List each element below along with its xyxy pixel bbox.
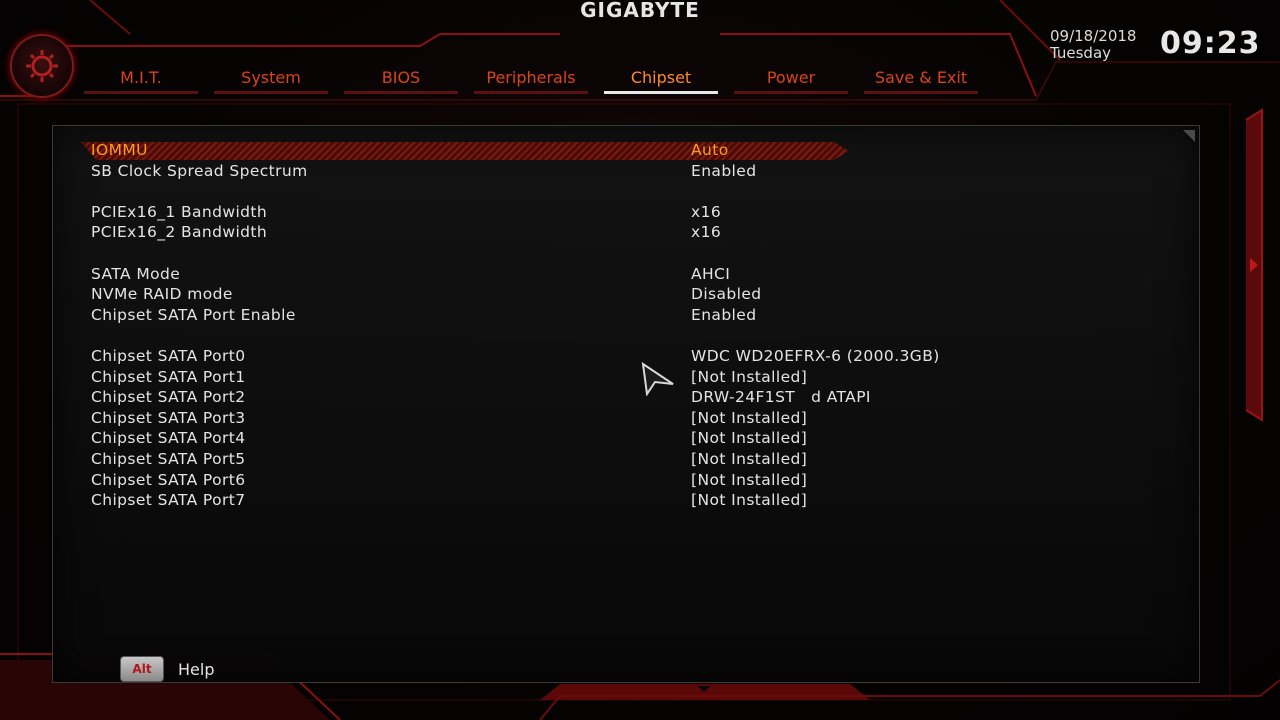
setting-value[interactable]: Enabled bbox=[691, 305, 756, 326]
setting-sata-port4[interactable]: Chipset SATA Port4 [Not Installed] bbox=[91, 428, 1181, 449]
help-hint[interactable]: Alt Help bbox=[120, 656, 214, 682]
setting-value: [Not Installed] bbox=[691, 491, 808, 510]
setting-label: Chipset SATA Port5 bbox=[91, 449, 246, 468]
alt-key-icon: Alt bbox=[120, 656, 164, 682]
setting-value[interactable]: AHCI bbox=[691, 264, 730, 285]
tab-chipset[interactable]: Chipset bbox=[604, 64, 718, 94]
setting-label: PCIEx16_2 Bandwidth bbox=[91, 223, 268, 242]
panel-corner-icon bbox=[1183, 130, 1195, 142]
setting-value[interactable]: x16 bbox=[691, 202, 721, 223]
tab-peripherals[interactable]: Peripherals bbox=[474, 64, 588, 94]
setting-pciex16-2-bandwidth[interactable]: PCIEx16_2 Bandwidth x16 bbox=[91, 222, 1181, 243]
setting-sata-port1[interactable]: Chipset SATA Port1 [Not Installed] bbox=[91, 367, 1181, 388]
gear-icon[interactable] bbox=[10, 34, 74, 98]
help-label: Help bbox=[178, 659, 215, 679]
setting-label: IOMMU bbox=[91, 141, 148, 159]
setting-pciex16-1-bandwidth[interactable]: PCIEx16_1 Bandwidth x16 bbox=[91, 202, 1181, 223]
setting-sata-port3[interactable]: Chipset SATA Port3 [Not Installed] bbox=[91, 408, 1181, 429]
setting-label: Chipset SATA Port2 bbox=[91, 388, 246, 407]
setting-sata-mode[interactable]: SATA Mode AHCI bbox=[91, 264, 1181, 285]
setting-value: [Not Installed] bbox=[691, 470, 808, 489]
setting-value: [Not Installed] bbox=[691, 408, 808, 427]
day-text: Tuesday bbox=[1050, 44, 1112, 62]
setting-label: SB Clock Spread Spectrum bbox=[91, 161, 308, 180]
setting-label: Chipset SATA Port6 bbox=[91, 470, 246, 489]
tab-power[interactable]: Power bbox=[734, 64, 848, 94]
tab-save-exit[interactable]: Save & Exit bbox=[864, 64, 978, 94]
setting-sata-port5[interactable]: Chipset SATA Port5 [Not Installed] bbox=[91, 449, 1181, 470]
setting-label: Chipset SATA Port3 bbox=[91, 408, 246, 427]
settings-panel: IOMMU Auto SB Clock Spread Spectrum Enab… bbox=[52, 125, 1200, 683]
setting-nvme-raid-mode[interactable]: NVMe RAID mode Disabled bbox=[91, 284, 1181, 305]
setting-value: [Not Installed] bbox=[691, 367, 808, 386]
mouse-cursor-icon bbox=[641, 362, 674, 396]
settings-list: IOMMU Auto SB Clock Spread Spectrum Enab… bbox=[91, 140, 1181, 511]
setting-value: [Not Installed] bbox=[691, 449, 808, 468]
clock-time: 09:23 bbox=[1160, 26, 1261, 61]
setting-sata-port7[interactable]: Chipset SATA Port7 [Not Installed] bbox=[91, 490, 1181, 511]
setting-label: PCIEx16_1 Bandwidth bbox=[91, 202, 268, 221]
setting-label: Chipset SATA Port0 bbox=[91, 346, 246, 365]
tab-mit[interactable]: M.I.T. bbox=[84, 64, 198, 94]
setting-sata-port2[interactable]: Chipset SATA Port2 DRW-24F1ST d ATAPI bbox=[91, 387, 1181, 408]
setting-label: Chipset SATA Port1 bbox=[91, 367, 246, 386]
setting-value: DRW-24F1ST d ATAPI bbox=[691, 388, 871, 407]
setting-value[interactable]: Enabled bbox=[691, 161, 756, 182]
tab-bios[interactable]: BIOS bbox=[344, 64, 458, 94]
setting-label: NVMe RAID mode bbox=[91, 285, 233, 304]
setting-sata-port0[interactable]: Chipset SATA Port0 WDC WD20EFRX-6 (2000.… bbox=[91, 346, 1181, 367]
setting-value: WDC WD20EFRX-6 (2000.3GB) bbox=[691, 346, 940, 365]
setting-chipset-sata-port-enable[interactable]: Chipset SATA Port Enable Enabled bbox=[91, 305, 1181, 326]
setting-sata-port6[interactable]: Chipset SATA Port6 [Not Installed] bbox=[91, 470, 1181, 491]
date-display: 09/18/2018 Tuesday bbox=[1050, 28, 1136, 62]
setting-value[interactable]: Auto bbox=[691, 140, 729, 161]
main-tabs: M.I.T. System BIOS Peripherals Chipset P… bbox=[84, 64, 994, 94]
tab-system[interactable]: System bbox=[214, 64, 328, 94]
date-text: 09/18/2018 bbox=[1050, 27, 1137, 45]
setting-iommu[interactable]: IOMMU Auto bbox=[91, 140, 1181, 161]
setting-value: [Not Installed] bbox=[691, 429, 808, 448]
setting-label: Chipset SATA Port7 bbox=[91, 491, 246, 510]
setting-value[interactable]: x16 bbox=[691, 222, 721, 243]
brand-logo: GIGABYTE bbox=[580, 0, 700, 22]
setting-label: SATA Mode bbox=[91, 264, 181, 283]
setting-label: Chipset SATA Port Enable bbox=[91, 305, 296, 324]
setting-label: Chipset SATA Port4 bbox=[91, 429, 246, 448]
bios-screen: GIGABYTE M.I.T. System BIOS Peripherals … bbox=[0, 0, 1280, 720]
setting-sb-clock-spread-spectrum[interactable]: SB Clock Spread Spectrum Enabled bbox=[91, 161, 1181, 182]
setting-value[interactable]: Disabled bbox=[691, 284, 762, 305]
